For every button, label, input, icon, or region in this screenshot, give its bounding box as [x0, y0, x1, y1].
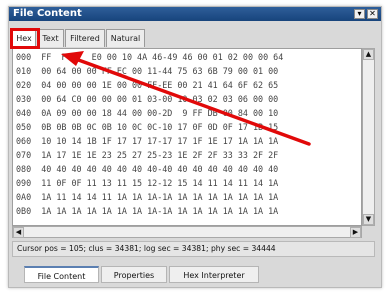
hex-row-040: 040 0A 09 00 00 18 44 00 00-2D 9 FF DB 0… — [16, 108, 279, 118]
tab-properties[interactable]: Properties — [101, 266, 167, 283]
hex-row-070: 070 1A 17 1E 1E 23 25 27 25-23 1E 2F 2F … — [16, 150, 279, 160]
panel-title-bar: File Content ▾ ✕ — [9, 7, 381, 21]
panel-title: File Content — [13, 8, 82, 19]
hex-row-0a0: 0A0 1A 11 14 14 11 1A 1A 1A-1A 1A 1A 1A … — [16, 192, 279, 202]
hex-row-080: 080 40 40 40 40 40 40 40 40-40 40 40 40 … — [16, 164, 279, 174]
scroll-up-icon[interactable]: ▲ — [363, 49, 374, 60]
scroll-right-icon[interactable]: ▶ — [350, 227, 361, 238]
hex-row-020: 020 04 00 00 00 1E 00 00 FF-EE 00 21 41 … — [16, 80, 279, 90]
horizontal-scrollbar[interactable]: ◀ ▶ — [12, 226, 362, 238]
scroll-down-icon[interactable]: ▼ — [363, 214, 374, 225]
hex-row-0b0: 0B0 1A 1A 1A 1A 1A 1A 1A 1A-1A 1A 1A 1A … — [16, 206, 279, 216]
hex-row-050: 050 0B 0B 0B 0C 0B 10 0C 0C-10 17 0F 0D … — [16, 122, 279, 132]
hex-row-030: 030 00 64 C0 00 00 00 01 03-00 10 03 02 … — [16, 94, 279, 104]
file-content-panel: File Content ▾ ✕ Hex Text Filtered Natur… — [8, 6, 382, 288]
vertical-scrollbar[interactable]: ▲ ▼ — [362, 48, 375, 226]
hex-row-090: 090 11 0F 0F 11 13 11 15 12-12 15 14 11 … — [16, 178, 279, 188]
tab-natural[interactable]: Natural — [106, 29, 145, 47]
tab-file-content[interactable]: File Content — [24, 266, 99, 283]
hex-view[interactable]: 000 FF F F E0 00 10 4A 46-49 46 00 01 02… — [12, 48, 362, 226]
bottom-tab-strip: File Content Properties Hex Interpreter — [9, 262, 381, 286]
hex-tab-highlight-box — [10, 28, 40, 49]
tab-filtered[interactable]: Filtered — [65, 29, 105, 47]
dropdown-icon[interactable]: ▾ — [354, 9, 365, 19]
tab-hex-interpreter[interactable]: Hex Interpreter — [169, 266, 259, 283]
close-icon[interactable]: ✕ — [367, 9, 378, 19]
tab-text[interactable]: Text — [37, 29, 64, 47]
hex-row-060: 060 10 10 14 1B 1F 17 17 17-17 17 1F 1E … — [16, 136, 279, 146]
hex-row-000: 000 FF F F E0 00 10 4A 46-49 46 00 01 02… — [16, 52, 284, 62]
status-bar: Cursor pos = 105; clus = 34381; log sec … — [12, 241, 375, 257]
scroll-left-icon[interactable]: ◀ — [13, 227, 24, 238]
hex-row-010: 010 00 64 00 00 FF EC 00 11-44 75 63 6B … — [16, 66, 279, 76]
